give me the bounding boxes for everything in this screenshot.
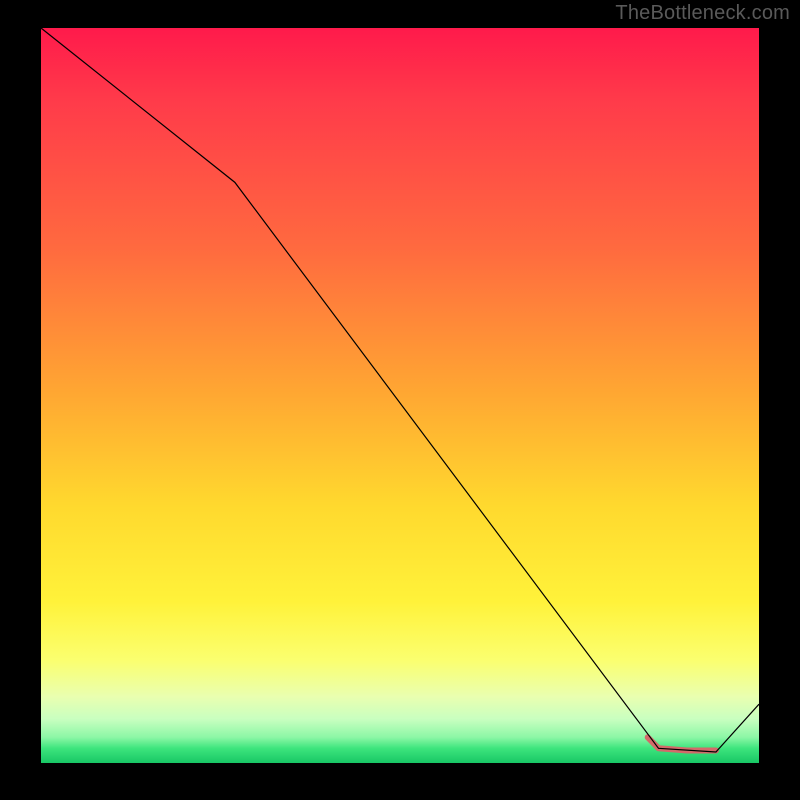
attribution-label: TheBottleneck.com bbox=[615, 2, 790, 25]
main-curve-path bbox=[41, 28, 759, 752]
chart-overlay bbox=[41, 28, 759, 763]
chart-frame: TheBottleneck.com bbox=[0, 0, 800, 800]
